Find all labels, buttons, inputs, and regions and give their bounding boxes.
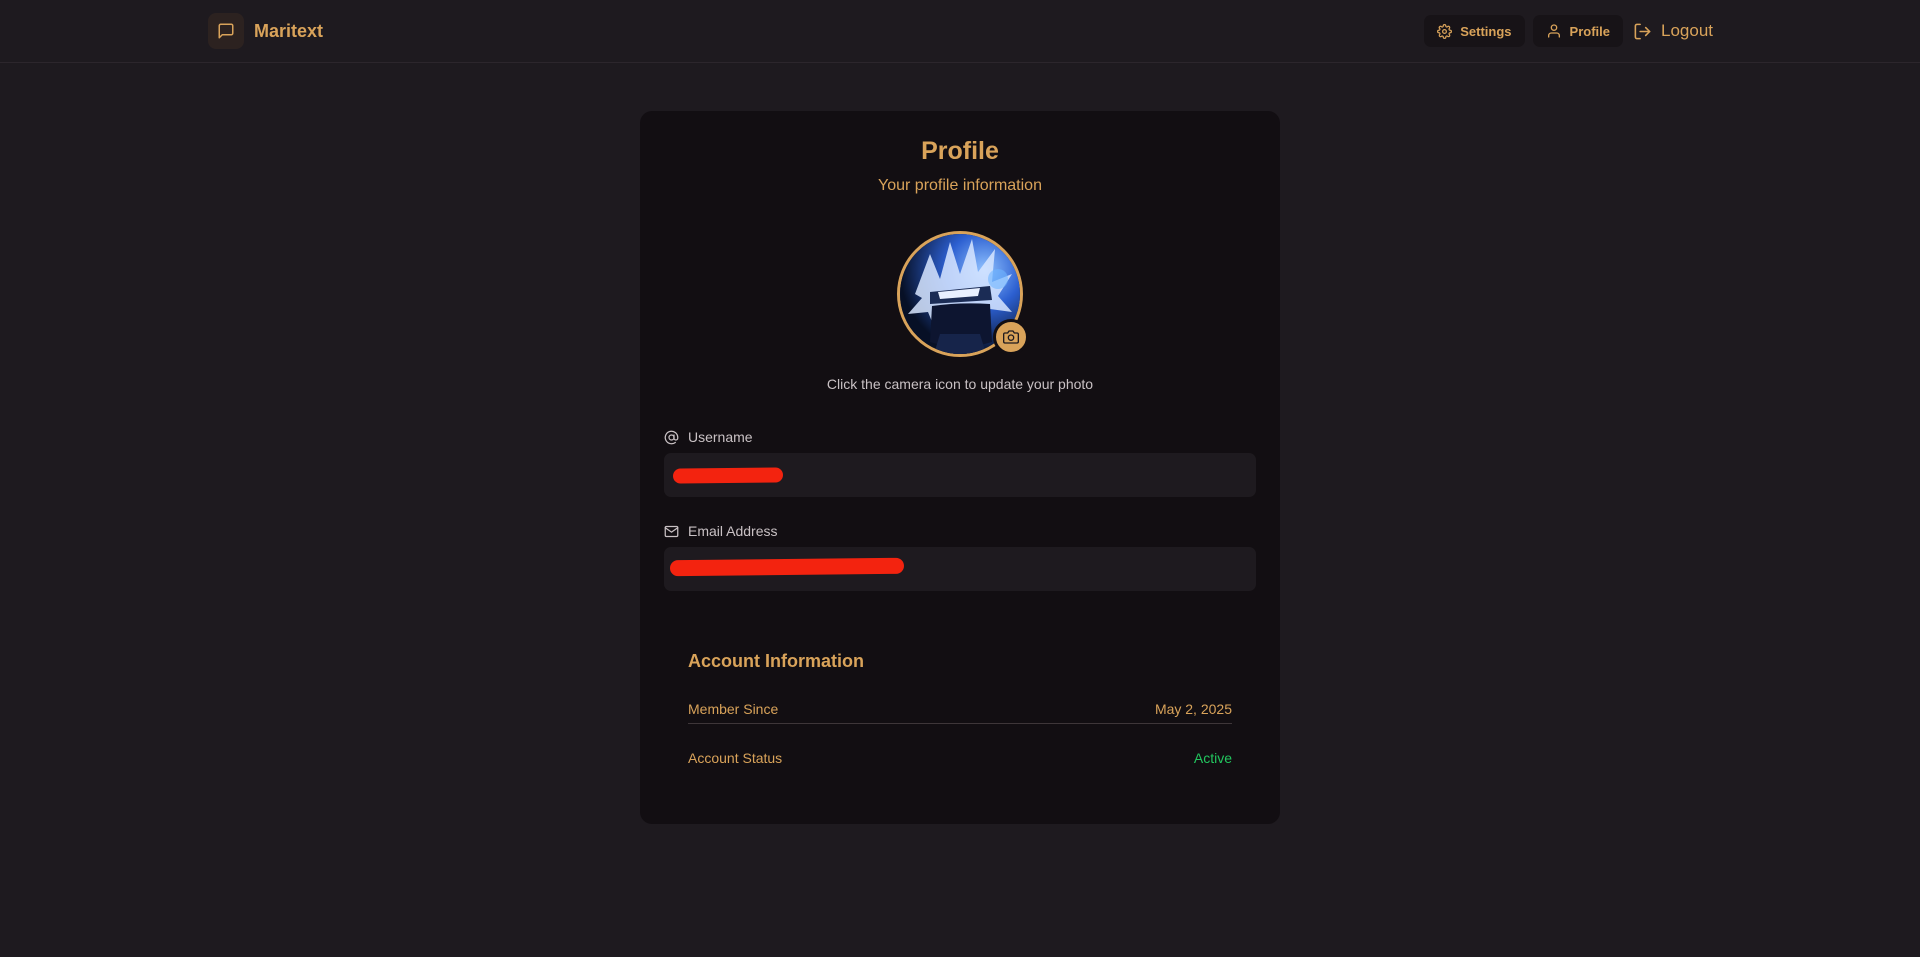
email-redaction	[669, 557, 905, 577]
account-info-title: Account Information	[688, 651, 864, 671]
page-subtitle: Your profile information	[878, 177, 1042, 194]
user-icon	[1546, 23, 1562, 39]
top-navbar: Maritext Settings Profile Logout	[0, 0, 1920, 63]
username-redaction	[672, 467, 784, 484]
gear-icon	[1437, 23, 1453, 39]
brand[interactable]: Maritext	[208, 13, 323, 49]
member-since-value: May 2, 2025	[1154, 700, 1232, 717]
member-since-label: Member Since	[688, 700, 779, 717]
at-sign-icon	[664, 430, 679, 445]
profile-label: Profile	[1569, 23, 1610, 39]
settings-button[interactable]: Settings	[1424, 15, 1525, 47]
page-title: Profile	[921, 137, 999, 165]
profile-button[interactable]: Profile	[1532, 15, 1623, 47]
brand-name: Maritext	[254, 20, 324, 41]
avatar-hint: Click the camera icon to update your pho…	[826, 376, 1094, 392]
camera-button[interactable]	[993, 319, 1029, 355]
settings-label: Settings	[1460, 23, 1512, 39]
username-label: Username	[688, 429, 753, 445]
profile-card: Profile Your profile information Click t…	[640, 111, 1280, 824]
avatar-container	[897, 231, 1029, 357]
message-square-icon	[208, 13, 244, 49]
status-badge: Active	[1193, 750, 1232, 766]
username-label-row: Username	[664, 429, 753, 445]
logout-button[interactable]: Logout	[1631, 15, 1713, 47]
email-label-row: Email Address	[664, 523, 777, 539]
camera-icon	[1003, 329, 1019, 345]
member-since-row: Member Since May 2, 2025	[688, 694, 1232, 724]
email-label: Email Address	[688, 523, 778, 539]
logout-label: Logout	[1661, 21, 1713, 40]
logout-icon	[1633, 22, 1652, 41]
account-status-label: Account Status	[688, 750, 783, 766]
nav-actions: Settings Profile Logout	[1424, 15, 1713, 47]
mail-icon	[664, 524, 679, 539]
account-status-row: Account Status Active	[688, 743, 1232, 773]
